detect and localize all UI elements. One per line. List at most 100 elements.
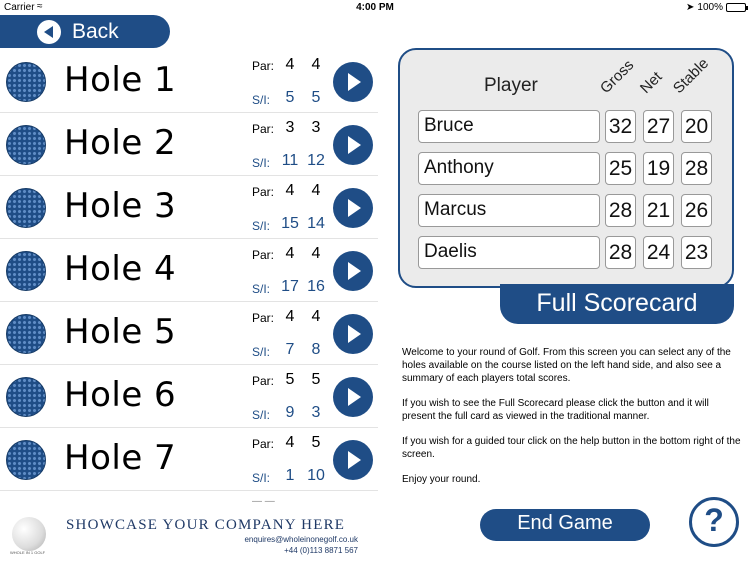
player-name: Daelis [418, 236, 600, 269]
gross-score: 32 [605, 110, 636, 143]
golf-ball-icon [6, 377, 46, 417]
si-value-2: 12 [307, 152, 325, 169]
hole-name: Hole 5 [64, 312, 177, 352]
play-hole-arrow-icon[interactable] [333, 125, 373, 165]
hole-row[interactable]: Hole 7 Par: 4 5 S/I: 1 10 [0, 428, 378, 491]
si-value-1: 17 [281, 278, 299, 295]
score-row: Marcus 28 21 26 [418, 194, 728, 227]
sponsor-phone: +44 (0)113 8871 567 [284, 546, 358, 555]
hole-name: Hole 4 [64, 249, 177, 289]
score-row: Bruce 32 27 20 [418, 110, 728, 143]
si-label: S/I: [252, 219, 271, 233]
par-label: Par: [252, 248, 275, 262]
si-value-2: 8 [311, 341, 321, 358]
par-value-2: 4 [311, 56, 321, 73]
hole-row[interactable]: Hole 1 Par: 4 4 S/I: 5 5 [0, 50, 378, 113]
hole-row[interactable]: Hole 6 Par: 5 5 S/I: 9 3 [0, 365, 378, 428]
info-paragraph-welcome: Welcome to your round of Golf. From this… [402, 347, 731, 384]
si-label: S/I: [252, 408, 271, 422]
info-paragraph-help: If you wish for a guided tour click on t… [402, 436, 741, 460]
si-value-1: 7 [285, 341, 295, 358]
sponsor-email: enquires@wholeinonegolf.co.uk [244, 535, 358, 544]
par-label: Par: [252, 374, 275, 388]
par-value-2: 3 [311, 119, 321, 136]
header-net: Net [636, 68, 666, 97]
play-hole-arrow-icon[interactable] [333, 62, 373, 102]
golf-ball-icon [6, 125, 46, 165]
si-value-2: 16 [307, 278, 325, 295]
play-hole-arrow-icon[interactable] [333, 314, 373, 354]
par-value-2: 5 [311, 434, 321, 451]
app-root: Carrier ≈ 4:00 PM ➤ 100% Back Hole 1 Par:… [0, 0, 750, 562]
par-label: Par: [252, 122, 275, 136]
hole-list[interactable]: Hole 1 Par: 4 4 S/I: 5 5 Hole 2 Par: 3 3 S/I: 11 12 Ho… [0, 50, 378, 498]
play-hole-arrow-icon[interactable] [333, 188, 373, 228]
par-value-2: 5 [311, 371, 321, 388]
gross-score: 28 [605, 194, 636, 227]
par-label: Par: [252, 59, 275, 73]
par-value-1: 4 [285, 56, 295, 73]
stableford-score: 20 [681, 110, 712, 143]
play-hole-arrow-icon[interactable] [333, 377, 373, 417]
si-label: S/I: [252, 282, 271, 296]
hole-name: Hole 7 [64, 438, 177, 478]
par-value-1: 4 [285, 245, 295, 262]
back-arrow-icon [37, 19, 61, 44]
info-paragraph-enjoy: Enjoy your round. [402, 474, 481, 485]
info-paragraph-scorecard: If you wish to see the Full Scorecard pl… [402, 398, 709, 422]
golf-ball-icon [6, 62, 46, 102]
hole-name: Hole 1 [64, 60, 177, 100]
sponsor-logo-icon [12, 517, 46, 551]
status-bar: Carrier ≈ 4:00 PM ➤ 100% [0, 0, 750, 16]
si-value-2: 5 [311, 89, 321, 106]
status-right: ➤ 100% [686, 2, 748, 13]
stableford-score: 23 [681, 236, 712, 269]
info-text: Welcome to your round of Golf. From this… [402, 346, 744, 498]
end-game-button[interactable]: End Game [480, 509, 650, 541]
hole-name: Hole 2 [64, 123, 177, 163]
net-score: 21 [643, 194, 674, 227]
gross-score: 28 [605, 236, 636, 269]
status-time: 4:00 PM [356, 2, 394, 13]
player-name: Anthony [418, 152, 600, 185]
score-summary-panel: Player Gross Net Stable Bruce 32 27 20 Antho… [398, 48, 734, 288]
hole-row[interactable]: Hole 4 Par: 4 4 S/I: 17 16 [0, 239, 378, 302]
par-value-1: 4 [285, 308, 295, 325]
battery-icon [726, 3, 748, 12]
hole-row[interactable]: Hole 3 Par: 4 4 S/I: 15 14 [0, 176, 378, 239]
play-hole-arrow-icon[interactable] [333, 251, 373, 291]
stableford-score: 28 [681, 152, 712, 185]
hole-row[interactable]: Hole 2 Par: 3 3 S/I: 11 12 [0, 113, 378, 176]
sponsor-logo-text: WHOLE IN 1 GOLF [10, 550, 46, 555]
back-button[interactable]: Back [0, 15, 170, 48]
hole-list-partial-row: — — [252, 496, 275, 507]
golf-ball-icon [6, 440, 46, 480]
battery-percent: 100% [697, 2, 723, 13]
back-label: Back [72, 19, 119, 43]
full-scorecard-button[interactable]: Full Scorecard [500, 284, 734, 324]
help-button[interactable]: ? [689, 497, 739, 547]
hole-name: Hole 6 [64, 375, 177, 415]
par-label: Par: [252, 311, 275, 325]
si-value-1: 15 [281, 215, 299, 232]
par-value-1: 3 [285, 119, 295, 136]
par-value-2: 4 [311, 308, 321, 325]
header-gross: Gross [596, 56, 638, 97]
net-score: 27 [643, 110, 674, 143]
sponsor-title: SHOWCASE YOUR COMPANY HERE [66, 517, 346, 533]
par-value-1: 4 [285, 434, 295, 451]
header-player: Player [484, 75, 538, 96]
si-label: S/I: [252, 156, 271, 170]
header-stable: Stable [669, 54, 713, 97]
location-arrow-icon: ➤ [686, 2, 695, 13]
si-value-1: 5 [285, 89, 295, 106]
par-value-2: 4 [311, 245, 321, 262]
hole-name: Hole 3 [64, 186, 177, 226]
score-row: Anthony 25 19 28 [418, 152, 728, 185]
play-hole-arrow-icon[interactable] [333, 440, 373, 480]
si-value-1: 11 [281, 152, 299, 169]
par-label: Par: [252, 185, 275, 199]
stableford-score: 26 [681, 194, 712, 227]
si-value-1: 9 [285, 404, 295, 421]
hole-row[interactable]: Hole 5 Par: 4 4 S/I: 7 8 [0, 302, 378, 365]
